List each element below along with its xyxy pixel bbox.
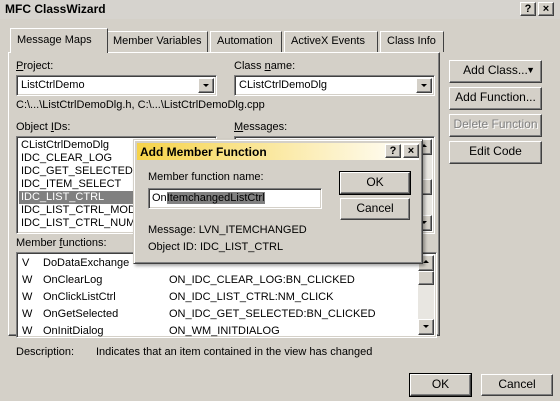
dialog-ok-button[interactable]: OK	[339, 171, 411, 195]
list-item[interactable]: CListCtrlDemoDlg	[19, 139, 111, 152]
window-title: MFC ClassWizard	[5, 2, 106, 16]
dialog-cancel-button[interactable]: Cancel	[340, 198, 410, 220]
add-class-label: Add Class...	[463, 63, 528, 77]
tab-member-variables[interactable]: Member Variables	[106, 31, 208, 52]
function-type: V	[22, 257, 30, 269]
scroll-down-button[interactable]	[418, 319, 434, 335]
function-name-value: OnItemchangedListCtrl	[152, 192, 265, 204]
function-handler: ON_IDC_CLEAR_LOG:BN_CLICKED	[169, 274, 355, 286]
list-item[interactable]: IDC_LIST_CTRL_MODE	[19, 204, 145, 217]
list-item[interactable]: IDC_ITEM_SELECT	[19, 178, 123, 191]
scroll-thumb[interactable]	[418, 271, 434, 285]
object-ids-label: Object IDs:	[16, 121, 71, 133]
function-name: OnClearLog	[43, 274, 103, 286]
function-handler: ON_IDC_LIST_CTRL:NM_CLICK	[169, 291, 334, 303]
chevron-down-icon	[203, 84, 209, 87]
tab-class-info[interactable]: Class Info	[380, 31, 444, 52]
function-type: W	[22, 274, 33, 286]
title-bar: MFC ClassWizard ? ×	[0, 0, 560, 19]
list-item[interactable]: IDC_GET_SELECTED	[19, 165, 135, 178]
member-functions-label: Member functions:	[16, 237, 107, 249]
list-item[interactable]: IDC_CLEAR_LOG	[19, 152, 114, 165]
function-name: OnInitDialog	[43, 325, 104, 337]
function-name: OnClickListCtrl	[43, 291, 116, 303]
function-name: DoDataExchange	[43, 257, 130, 269]
chevron-down-icon: ▼	[526, 65, 535, 75]
tab-message-maps[interactable]: Message Maps	[10, 28, 108, 53]
function-name: OnGetSelected	[43, 308, 119, 320]
table-row[interactable]: W OnClickListCtrl ON_IDC_LIST_CTRL:NM_CL…	[19, 289, 429, 306]
function-handler: ON_IDC_GET_SELECTED:BN_CLICKED	[169, 308, 376, 320]
messages-label: Messages:	[234, 121, 288, 133]
function-name-input[interactable]: OnItemchangedListCtrl	[148, 188, 322, 209]
table-row[interactable]: W OnGetSelected ON_IDC_GET_SELECTED:BN_C…	[19, 306, 429, 323]
dialog-title-bar: Add Member Function ? ×	[137, 143, 419, 160]
file-paths: C:\...\ListCtrlDemoDlg.h, C:\...\ListCtr…	[16, 99, 265, 111]
cancel-button[interactable]: Cancel	[481, 374, 553, 396]
add-function-button[interactable]: Add Function...	[449, 87, 542, 110]
list-item-selected[interactable]: IDC_LIST_CTRL	[19, 191, 135, 204]
project-value: ListCtrlDemo	[21, 79, 85, 91]
table-row[interactable]: W OnClearLog ON_IDC_CLEAR_LOG:BN_CLICKED	[19, 272, 429, 289]
tab-activex-events[interactable]: ActiveX Events	[284, 31, 378, 52]
project-combo[interactable]: ListCtrlDemo	[16, 75, 217, 96]
class-name-value: CListCtrlDemoDlg	[239, 79, 328, 91]
function-type: W	[22, 291, 33, 303]
list-item[interactable]: IDC_LIST_CTRL_NUMI	[19, 217, 140, 230]
add-class-button[interactable]: Add Class... ▼	[449, 60, 542, 83]
dialog-title: Add Member Function	[140, 145, 267, 159]
tab-automation[interactable]: Automation	[210, 31, 282, 52]
class-name-dropdown-button[interactable]	[416, 78, 432, 93]
help-icon[interactable]: ?	[385, 144, 401, 158]
edit-code-button[interactable]: Edit Code	[449, 141, 542, 164]
description-text: Indicates that an item contained in the …	[96, 346, 373, 358]
close-icon[interactable]: ×	[403, 144, 419, 158]
member-functions-list[interactable]: V DoDataExchange W OnClearLog ON_IDC_CLE…	[16, 252, 437, 338]
dialog-message-line: Message: LVN_ITEMCHANGED	[148, 224, 307, 236]
function-handler: ON_WM_INITDIALOG	[169, 325, 280, 337]
function-name-label: Member function name:	[148, 171, 264, 183]
project-label: Project:	[16, 60, 54, 72]
chevron-down-icon	[423, 325, 429, 328]
chevron-down-icon	[421, 84, 427, 87]
member-functions-scrollbar[interactable]	[418, 255, 434, 335]
description-label: Description:	[16, 346, 75, 358]
chevron-up-icon	[423, 260, 429, 263]
function-type: W	[22, 325, 33, 337]
ok-button[interactable]: OK	[409, 373, 472, 397]
class-name-label: Class name:	[234, 60, 296, 72]
help-icon[interactable]: ?	[520, 2, 536, 16]
delete-function-button[interactable]: Delete Function	[449, 114, 542, 137]
add-member-function-dialog: Add Member Function ? × Member function …	[133, 139, 423, 264]
dialog-object-line: Object ID: IDC_LIST_CTRL	[148, 241, 284, 253]
table-row[interactable]: W OnInitDialog ON_WM_INITDIALOG	[19, 323, 429, 337]
class-name-combo[interactable]: CListCtrlDemoDlg	[234, 75, 435, 96]
close-icon[interactable]: ×	[538, 2, 554, 16]
project-dropdown-button[interactable]	[198, 78, 214, 93]
function-type: W	[22, 308, 33, 320]
